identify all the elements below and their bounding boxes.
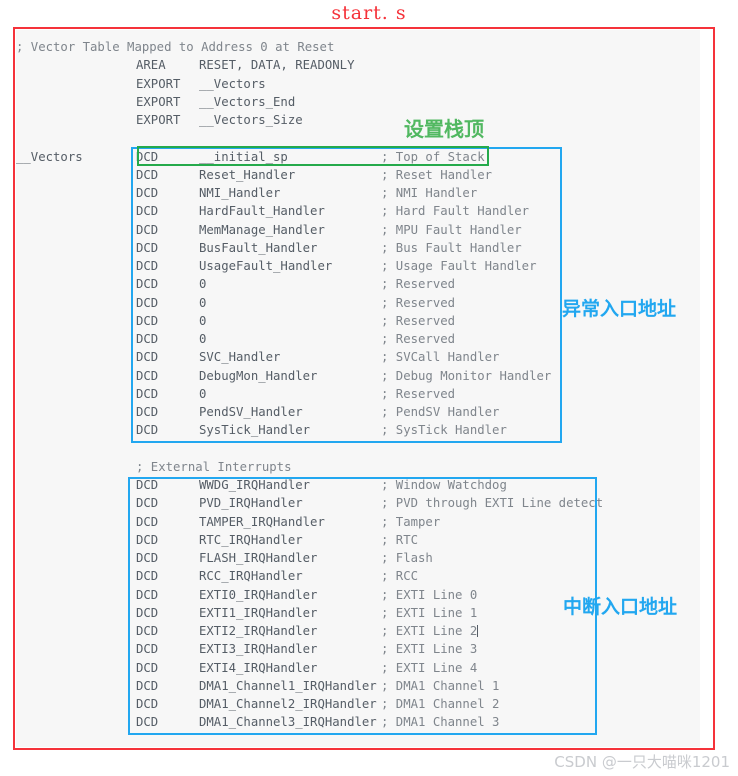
code-mnemonic: EXPORT — [136, 76, 181, 91]
annotation-interrupt-entry-address: 中断入口地址 — [563, 596, 678, 618]
code-label — [16, 567, 136, 585]
code-label — [16, 421, 136, 439]
code-operand: __Vectors_Size — [199, 113, 303, 127]
code-label — [16, 403, 136, 421]
annotation-stack-top: 设置栈顶 — [404, 117, 484, 141]
code-label — [16, 513, 136, 531]
csdn-watermark: CSDN @一只大喵咪1201 — [554, 753, 730, 771]
code-label — [16, 348, 136, 366]
code-line: ; Vector Table Mapped to Address 0 at Re… — [16, 38, 716, 56]
code-label — [16, 75, 136, 93]
code-label — [16, 367, 136, 385]
code-label — [16, 659, 136, 677]
code-label — [16, 549, 136, 567]
code-label — [16, 111, 136, 129]
code-operand: RESET, DATA, READONLY — [199, 58, 355, 73]
code-label — [16, 586, 136, 604]
code-line: EXPORT __Vectors_Size — [16, 111, 716, 129]
code-label — [16, 695, 136, 713]
code-comment: ; Vector Table Mapped to Address 0 at Re… — [16, 40, 335, 54]
code-label: __Vectors — [16, 149, 83, 164]
code-label — [16, 221, 136, 239]
code-line: EXPORT __Vectors — [16, 75, 716, 93]
code-label — [16, 184, 136, 202]
code-line: ; External Interrupts — [16, 458, 716, 476]
code-label — [16, 476, 136, 494]
annotation-exception-entry-address: 异常入口地址 — [562, 298, 677, 320]
code-label — [16, 93, 136, 111]
code-line: AREA RESET, DATA, READONLY — [16, 56, 716, 74]
code-line: EXPORT __Vectors_End — [16, 93, 716, 111]
code-mnemonic: EXPORT — [136, 113, 181, 127]
code-label — [16, 330, 136, 348]
stack-top-highlight-box — [137, 146, 489, 166]
code-label — [16, 531, 136, 549]
code-operand: __Vectors_End — [199, 94, 296, 109]
code-label — [16, 604, 136, 622]
code-label — [16, 239, 136, 257]
code-label — [16, 275, 136, 293]
interrupt-vector-highlight-box — [128, 477, 597, 735]
code-comment: ; External Interrupts — [136, 459, 292, 474]
code-label — [16, 56, 136, 74]
code-label — [16, 494, 136, 512]
code-label — [16, 257, 136, 275]
screenshot-root: start. s ; Vector Table Mapped to Addres… — [0, 0, 738, 776]
code-label — [16, 640, 136, 658]
code-label — [16, 385, 136, 403]
code-label — [16, 677, 136, 695]
code-label — [16, 294, 136, 312]
code-label — [16, 312, 136, 330]
page-title: start. s — [331, 2, 407, 24]
code-mnemonic: EXPORT — [136, 94, 181, 109]
code-label — [16, 166, 136, 184]
code-label — [16, 202, 136, 220]
code-label — [16, 622, 136, 640]
exception-vector-highlight-box — [131, 147, 562, 443]
code-mnemonic: AREA — [136, 58, 166, 73]
code-label — [16, 713, 136, 731]
code-operand: __Vectors — [199, 76, 266, 91]
